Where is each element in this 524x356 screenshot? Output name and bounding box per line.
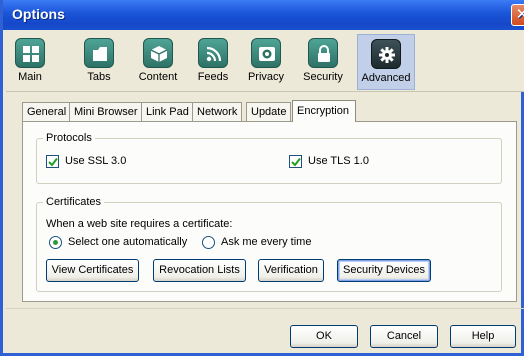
privacy-eye-icon xyxy=(251,38,281,68)
ok-button[interactable]: OK xyxy=(290,325,358,348)
tab-network[interactable]: Network xyxy=(192,102,243,121)
tls-label: Use TLS 1.0 xyxy=(308,155,369,167)
ssl-label: Use SSL 3.0 xyxy=(65,155,127,167)
category-toolbar: Main Tabs Content Feeds Privacy Security… xyxy=(6,30,524,92)
certificates-legend: Certificates xyxy=(43,196,105,208)
tab-encryption[interactable]: Encryption xyxy=(292,100,356,122)
protocols-group: Protocols Use SSL 3.0 Use TLS 1.0 xyxy=(36,132,502,184)
select-automatically-label: Select one automatically xyxy=(68,236,188,248)
grid-icon xyxy=(15,38,45,68)
options-window: Options ✕ Main Tabs Content Feeds Privac… xyxy=(0,0,524,356)
security-devices-button[interactable]: Security Devices xyxy=(337,259,431,282)
gear-icon xyxy=(371,39,401,69)
toolbar-label: Feeds xyxy=(197,71,229,83)
toolbar-item-advanced[interactable]: Advanced xyxy=(357,34,415,90)
toolbar-item-main[interactable]: Main xyxy=(10,34,50,90)
toolbar-label: Content xyxy=(138,71,178,83)
revocation-lists-button[interactable]: Revocation Lists xyxy=(153,259,246,282)
close-icon[interactable]: ✕ xyxy=(511,4,524,26)
footer-divider xyxy=(6,308,524,309)
ask-every-time-label: Ask me every time xyxy=(221,236,312,248)
folder-tabs-icon xyxy=(84,38,114,68)
padlock-icon xyxy=(308,38,338,68)
ssl-checkbox[interactable] xyxy=(46,155,59,168)
tab-link-pad[interactable]: Link Pad xyxy=(141,102,194,121)
toolbar-item-content[interactable]: Content xyxy=(133,34,183,90)
title-bar[interactable]: Options ✕ xyxy=(3,0,524,30)
protocols-legend: Protocols xyxy=(43,132,95,144)
toolbar-label: Security xyxy=(303,71,343,83)
window-title: Options xyxy=(12,6,65,22)
toolbar-item-security[interactable]: Security xyxy=(298,34,348,90)
content-cube-icon xyxy=(143,38,173,68)
toolbar-label: Tabs xyxy=(87,71,111,83)
help-button[interactable]: Help xyxy=(450,325,516,348)
view-certificates-button[interactable]: View Certificates xyxy=(46,259,139,282)
ask-every-time-radio[interactable] xyxy=(202,236,215,249)
encryption-panel: Protocols Use SSL 3.0 Use TLS 1.0 Certif… xyxy=(22,121,517,302)
toolbar-label: Advanced xyxy=(361,72,411,84)
rss-feed-icon xyxy=(198,38,228,68)
verification-button[interactable]: Verification xyxy=(258,259,324,282)
toolbar-item-tabs[interactable]: Tabs xyxy=(79,34,119,90)
tab-mini-browser[interactable]: Mini Browser xyxy=(69,102,143,121)
toolbar-label: Privacy xyxy=(247,71,285,83)
certificates-group: Certificates When a web site requires a … xyxy=(36,196,502,292)
cancel-button[interactable]: Cancel xyxy=(370,325,438,348)
tab-update[interactable]: Update xyxy=(246,102,292,121)
toolbar-item-privacy[interactable]: Privacy xyxy=(244,34,288,90)
certificate-prompt: When a web site requires a certificate: xyxy=(46,218,233,230)
toolbar-label: Main xyxy=(18,71,42,83)
select-automatically-radio[interactable] xyxy=(49,236,62,249)
tab-general[interactable]: General xyxy=(22,102,72,121)
tls-checkbox[interactable] xyxy=(289,155,302,168)
toolbar-item-feeds[interactable]: Feeds xyxy=(192,34,234,90)
